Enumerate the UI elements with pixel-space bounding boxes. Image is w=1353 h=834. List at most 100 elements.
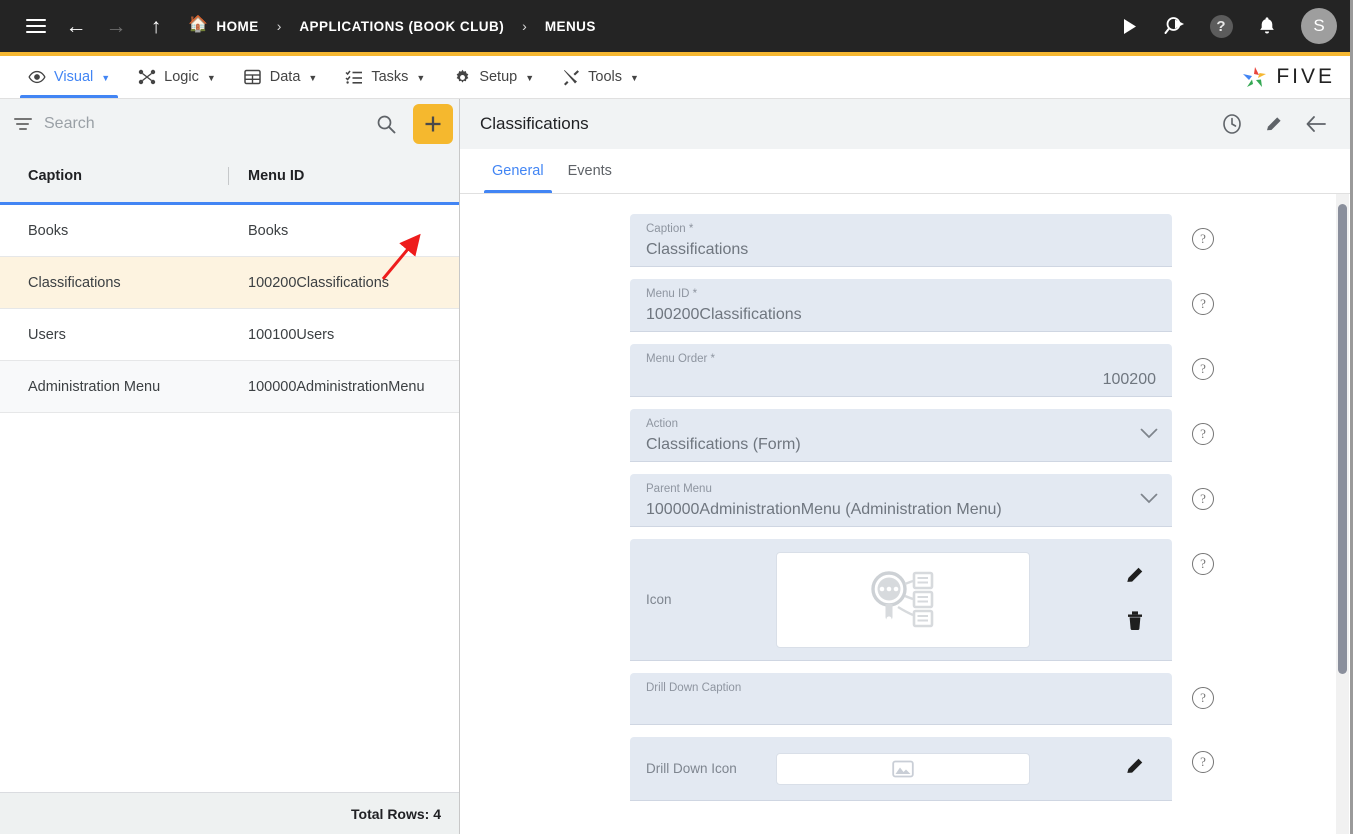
- drill-down-caption-input[interactable]: Drill Down Caption: [630, 673, 1172, 725]
- help-icon[interactable]: ?: [1192, 228, 1214, 250]
- top-bar: ← → ↑ 🏠 HOME › APPLICATIONS (BOOK CLUB) …: [0, 0, 1353, 52]
- search-input[interactable]: [44, 115, 361, 133]
- search-run-icon[interactable]: [1155, 6, 1195, 46]
- add-button[interactable]: [413, 104, 453, 144]
- avatar-initial: S: [1313, 16, 1325, 35]
- menu-item-data[interactable]: Data ▼: [230, 56, 332, 98]
- top-bar-actions: ? S: [1109, 6, 1337, 46]
- help-icon[interactable]: ?: [1192, 751, 1214, 773]
- breadcrumb-item-home[interactable]: 🏠 HOME: [184, 16, 263, 34]
- menu-item-tasks[interactable]: Tasks ▼: [331, 56, 439, 98]
- chevron-down-icon: ▼: [630, 73, 639, 83]
- tab-events[interactable]: Events: [556, 149, 624, 193]
- field-label: Parent Menu: [646, 483, 712, 495]
- action-select[interactable]: Action Classifications (Form): [630, 409, 1172, 462]
- table-row[interactable]: Books Books: [0, 205, 459, 257]
- chevron-down-icon: ▼: [308, 73, 318, 83]
- drill-down-icon-actions: [1124, 755, 1156, 782]
- icon-upload-field[interactable]: Icon: [630, 539, 1172, 661]
- hamburger-menu-icon[interactable]: [16, 6, 56, 46]
- up-navigation-icon[interactable]: ↑: [136, 6, 176, 46]
- field-value: [646, 697, 1156, 721]
- breadcrumb-item-applications[interactable]: APPLICATIONS (BOOK CLUB): [295, 19, 508, 34]
- column-header-caption[interactable]: Caption: [0, 168, 220, 184]
- breadcrumb-label: MENUS: [544, 18, 596, 34]
- help-icon[interactable]: ?: [1192, 553, 1214, 575]
- edit-pencil-icon[interactable]: [1124, 564, 1146, 591]
- delete-trash-icon[interactable]: [1125, 609, 1145, 636]
- help-icon[interactable]: ?: [1192, 687, 1214, 709]
- home-icon: 🏠: [188, 16, 209, 33]
- breadcrumb-label: HOME: [216, 18, 259, 34]
- form-field-drill-down-icon: Drill Down Icon ?: [630, 737, 1293, 801]
- field-label: Drill Down Caption: [646, 682, 742, 694]
- menu-item-label: Setup: [479, 69, 518, 85]
- main-menu-bar: Visual ▼ Logic ▼ Data ▼ Tasks ▼ Setup ▼ …: [0, 56, 1353, 99]
- magnifier-icon[interactable]: [371, 109, 401, 139]
- user-avatar[interactable]: S: [1301, 8, 1337, 44]
- detail-tabs: General Events: [460, 149, 1353, 194]
- caption-input[interactable]: Caption * Classifications: [630, 214, 1172, 267]
- tab-general[interactable]: General: [480, 149, 556, 193]
- field-value: Classifications: [646, 241, 749, 258]
- classification-magnifier-icon: [871, 570, 934, 627]
- column-header-menu-id[interactable]: Menu ID: [220, 168, 459, 184]
- form-field-menu-order: Menu Order * 100200 ?: [630, 344, 1293, 397]
- history-icon[interactable]: [1219, 111, 1245, 137]
- image-placeholder-icon: [892, 760, 914, 777]
- cell-menu-id: 100000AdministrationMenu: [248, 378, 425, 395]
- menu-item-logic[interactable]: Logic ▼: [124, 56, 230, 98]
- breadcrumb-label: APPLICATIONS (BOOK CLUB): [299, 18, 505, 34]
- help-icon[interactable]: ?: [1192, 358, 1214, 380]
- breadcrumb-item-menus[interactable]: MENUS: [541, 19, 600, 34]
- drill-down-icon-field[interactable]: Drill Down Icon: [630, 737, 1172, 801]
- help-icon[interactable]: ?: [1192, 488, 1214, 510]
- scrollbar-thumb[interactable]: [1338, 204, 1347, 674]
- field-label: Caption *: [646, 223, 694, 235]
- field-label: Drill Down Icon: [646, 761, 737, 776]
- page-title: Classifications: [480, 114, 589, 133]
- cell-menu-id: 100100Users: [248, 326, 335, 343]
- menu-id-input[interactable]: Menu ID * 100200Classifications: [630, 279, 1172, 332]
- notifications-bell-icon[interactable]: [1247, 6, 1287, 46]
- help-icon[interactable]: ?: [1201, 6, 1241, 46]
- total-rows-label: Total Rows: 4: [351, 805, 441, 822]
- cell-caption: Users: [28, 326, 66, 343]
- detail-form: Caption * Classifications ? Menu ID * 10…: [460, 194, 1353, 834]
- table-row[interactable]: Classifications 100200Classifications: [0, 257, 459, 309]
- cell-menu-id: 100200Classifications: [248, 274, 390, 291]
- menu-item-label: Tools: [588, 69, 622, 85]
- help-icon[interactable]: ?: [1192, 423, 1214, 445]
- five-pinwheel-icon: [1243, 67, 1267, 87]
- menu-item-setup[interactable]: Setup ▼: [439, 56, 548, 98]
- filter-icon[interactable]: [14, 118, 34, 130]
- back-navigation-icon[interactable]: ←: [56, 6, 96, 46]
- chevron-down-icon: ▼: [206, 73, 216, 83]
- menu-order-input[interactable]: Menu Order * 100200: [630, 344, 1172, 397]
- cell-caption: Books: [28, 222, 69, 239]
- table-icon: [244, 68, 262, 86]
- detail-header-actions: [1219, 111, 1339, 137]
- breadcrumb-separator: ›: [276, 18, 282, 34]
- table-row[interactable]: Users 100100Users: [0, 309, 459, 361]
- form-field-caption: Caption * Classifications ?: [630, 214, 1293, 267]
- chevron-down-icon: ▼: [101, 73, 111, 83]
- nodes-icon: [138, 68, 156, 86]
- back-arrow-icon[interactable]: [1303, 111, 1329, 137]
- menu-item-label: Visual: [54, 69, 94, 85]
- icon-preview[interactable]: [776, 551, 1030, 648]
- parent-menu-select[interactable]: Parent Menu 100000AdministrationMenu (Ad…: [630, 474, 1172, 527]
- drill-down-icon-preview[interactable]: [776, 752, 1030, 785]
- edit-pencil-icon[interactable]: [1261, 111, 1287, 137]
- menu-item-visual[interactable]: Visual ▼: [14, 56, 124, 98]
- help-icon[interactable]: ?: [1192, 293, 1214, 315]
- menu-item-tools[interactable]: Tools ▼: [548, 56, 653, 98]
- question-mark-glyph: ?: [1209, 14, 1233, 38]
- form-field-drill-down-caption: Drill Down Caption ?: [630, 673, 1293, 725]
- table-row[interactable]: Administration Menu 100000Administration…: [0, 361, 459, 413]
- edit-pencil-icon[interactable]: [1124, 755, 1146, 782]
- run-icon[interactable]: [1109, 6, 1149, 46]
- search-bar: [0, 99, 459, 149]
- workspace: Caption Menu ID Books Books Classificati…: [0, 0, 1353, 834]
- forward-navigation-icon[interactable]: →: [96, 6, 136, 46]
